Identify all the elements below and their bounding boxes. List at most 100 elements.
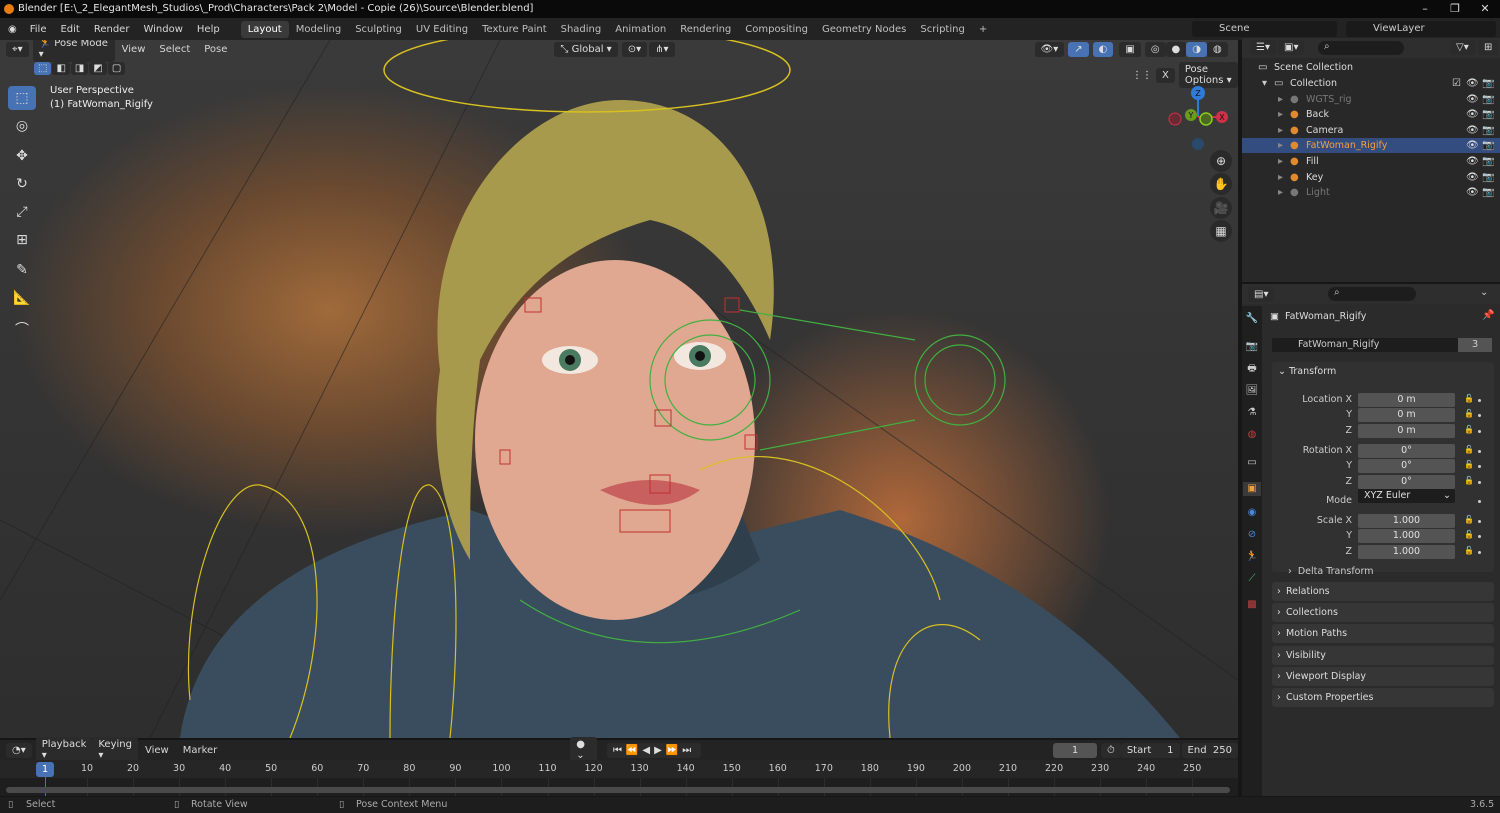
select-box-tool[interactable]: ⬚: [8, 86, 36, 110]
outliner-item[interactable]: ▸ ● Key 👁 📷: [1242, 170, 1500, 185]
render-camera-icon[interactable]: 📷: [1482, 138, 1494, 153]
playhead-frame[interactable]: 1: [36, 762, 54, 777]
menu-render[interactable]: Render: [87, 24, 137, 35]
collection-tab-icon[interactable]: ▭: [1245, 456, 1259, 470]
menu-help[interactable]: Help: [190, 24, 227, 35]
add-workspace-button[interactable]: +: [972, 21, 994, 38]
outliner-item[interactable]: ▾ ▭ Collection ☑ 👁 📷: [1242, 76, 1500, 91]
panel-custom-properties[interactable]: › Custom Properties: [1272, 688, 1494, 707]
bone-size-tool[interactable]: ⌒: [8, 318, 36, 342]
outliner-scene-collection[interactable]: ▭ Scene Collection: [1242, 60, 1500, 75]
expand-arrow-icon[interactable]: ▸: [1278, 123, 1283, 138]
visibility-eye-icon[interactable]: 👁: [1466, 107, 1479, 122]
scale-z-field[interactable]: 1.000: [1358, 545, 1455, 559]
render-camera-icon[interactable]: 📷: [1482, 170, 1494, 185]
rotation-z-field[interactable]: 0°: [1358, 475, 1455, 489]
blender-menu-icon[interactable]: ◉: [0, 24, 23, 35]
modifiers-tab-icon[interactable]: ◉: [1245, 506, 1259, 520]
rotation-mode-dropdown[interactable]: XYZ Euler ⌄: [1358, 489, 1455, 503]
keyframe-dot[interactable]: [1478, 520, 1481, 523]
scene-selector[interactable]: Scene: [1192, 21, 1337, 37]
tab-sculpting[interactable]: Sculpting: [348, 21, 409, 38]
lock-icon[interactable]: 🔓: [1464, 530, 1474, 539]
texture-tab-icon[interactable]: ▩: [1245, 598, 1259, 612]
menu-edit[interactable]: Edit: [53, 24, 86, 35]
tab-layout[interactable]: Layout: [240, 20, 289, 38]
panel-visibility[interactable]: › Visibility: [1272, 645, 1494, 665]
new-collection-button[interactable]: ⊞: [1478, 40, 1499, 55]
perspective-grid-icon[interactable]: ▦: [1210, 220, 1232, 242]
object-name-field[interactable]: FatWoman_Rigify: [1272, 338, 1458, 352]
select-new-button[interactable]: ⬚: [34, 62, 52, 75]
filter-view-layer-button[interactable]: ▣▾: [1278, 40, 1305, 55]
filter-button[interactable]: ▽▾: [1450, 40, 1475, 55]
panel-relations[interactable]: › Relations: [1272, 582, 1494, 601]
render-camera-icon[interactable]: 📷: [1482, 107, 1494, 122]
scene-tab-icon[interactable]: ⚗: [1245, 406, 1259, 420]
output-tab-icon[interactable]: 🖶: [1245, 362, 1259, 376]
expand-arrow-icon[interactable]: ▸: [1278, 107, 1283, 122]
rotation-x-field[interactable]: 0°: [1358, 444, 1455, 458]
close-button[interactable]: ✕: [1470, 0, 1500, 18]
outliner-item[interactable]: ▸ ● Light 👁 📷: [1242, 185, 1500, 200]
render-camera-icon[interactable]: 📷: [1482, 92, 1494, 107]
lock-icon[interactable]: 🔓: [1464, 445, 1474, 454]
xray-toggle[interactable]: ▣: [1119, 41, 1141, 57]
keyframe-dot[interactable]: [1478, 535, 1481, 538]
zoom-icon[interactable]: ⊕: [1210, 150, 1232, 172]
move-tool[interactable]: ✥: [8, 144, 36, 168]
select-subtract-button[interactable]: ◨: [70, 62, 89, 75]
annotate-tool[interactable]: ✎: [8, 258, 36, 282]
location-x-field[interactable]: 0 m: [1358, 393, 1455, 407]
tab-animation[interactable]: Animation: [608, 21, 673, 38]
gizmo-toggle[interactable]: ↗: [1068, 41, 1089, 57]
keyframe-dot[interactable]: [1478, 430, 1481, 433]
lock-icon[interactable]: 🔓: [1464, 460, 1474, 469]
current-frame-field[interactable]: 1: [1053, 742, 1097, 758]
expand-arrow-icon[interactable]: ▸: [1278, 185, 1283, 200]
tab-modeling[interactable]: Modeling: [289, 21, 349, 38]
editor-type-button[interactable]: ⌖▾: [6, 41, 29, 57]
timeline-scrollbar[interactable]: [6, 787, 1230, 793]
location-z-field[interactable]: 0 m: [1358, 424, 1455, 438]
lock-icon[interactable]: 🔓: [1464, 425, 1474, 434]
scale-y-field[interactable]: 1.000: [1358, 529, 1455, 543]
expand-arrow-icon[interactable]: ▸: [1278, 92, 1283, 107]
visibility-eye-icon[interactable]: 👁: [1466, 138, 1479, 153]
cursor-tool[interactable]: ◎: [8, 114, 36, 138]
lock-icon[interactable]: 🔓: [1464, 394, 1474, 403]
expand-arrow-icon[interactable]: ▸: [1278, 170, 1283, 185]
lock-icon[interactable]: 🔓: [1464, 515, 1474, 524]
menu-view[interactable]: View: [115, 44, 153, 55]
start-frame-field[interactable]: Start 1: [1120, 742, 1180, 758]
outliner-search-input[interactable]: ⌕: [1318, 41, 1404, 55]
transform-panel-header[interactable]: ⌄ Transform: [1278, 366, 1336, 377]
display-mode-button[interactable]: ☰▾: [1250, 40, 1276, 55]
object-tab-icon[interactable]: ▣: [1243, 482, 1261, 496]
user-count[interactable]: 3: [1458, 338, 1492, 352]
scale-x-field[interactable]: 1.000: [1358, 514, 1455, 528]
tool-tab-icon[interactable]: 🔧: [1245, 312, 1259, 326]
timeline-area[interactable]: 10 20 30 40 50 60 70 80 90 100 110 120 130 140 150 160 1…: [0, 760, 1238, 796]
tab-scripting[interactable]: Scripting: [913, 21, 971, 38]
expand-arrow-icon[interactable]: ▸: [1278, 154, 1283, 169]
transform-tool[interactable]: ⊞: [8, 228, 36, 252]
keyframe-dot[interactable]: [1478, 414, 1481, 417]
keyframe-dot[interactable]: [1478, 500, 1481, 503]
tab-uv-editing[interactable]: UV Editing: [409, 21, 475, 38]
exclude-checkbox[interactable]: ☑: [1452, 76, 1461, 91]
shading-rendered[interactable]: ◍: [1207, 41, 1228, 57]
view-layer-tab-icon[interactable]: 🖼: [1245, 384, 1259, 398]
outliner-item[interactable]: ▸ ● WGTS_rig 👁 📷: [1242, 92, 1500, 107]
armature-data-tab-icon[interactable]: 🏃: [1245, 550, 1259, 564]
properties-search-input[interactable]: ⌕: [1328, 287, 1416, 301]
maximize-button[interactable]: ❐: [1440, 0, 1470, 18]
mode-selector[interactable]: 🏃 Pose Mode ▾: [32, 40, 115, 62]
visibility-eye-icon[interactable]: 👁: [1466, 185, 1479, 200]
measure-tool[interactable]: 📐: [8, 286, 36, 310]
select-extend-button[interactable]: ◧: [52, 62, 70, 75]
tab-texture-paint[interactable]: Texture Paint: [475, 21, 554, 38]
pin-icon[interactable]: 📌: [1482, 310, 1494, 321]
lock-icon[interactable]: 🔓: [1464, 409, 1474, 418]
collapse-arrow-icon[interactable]: ▾: [1262, 76, 1267, 91]
